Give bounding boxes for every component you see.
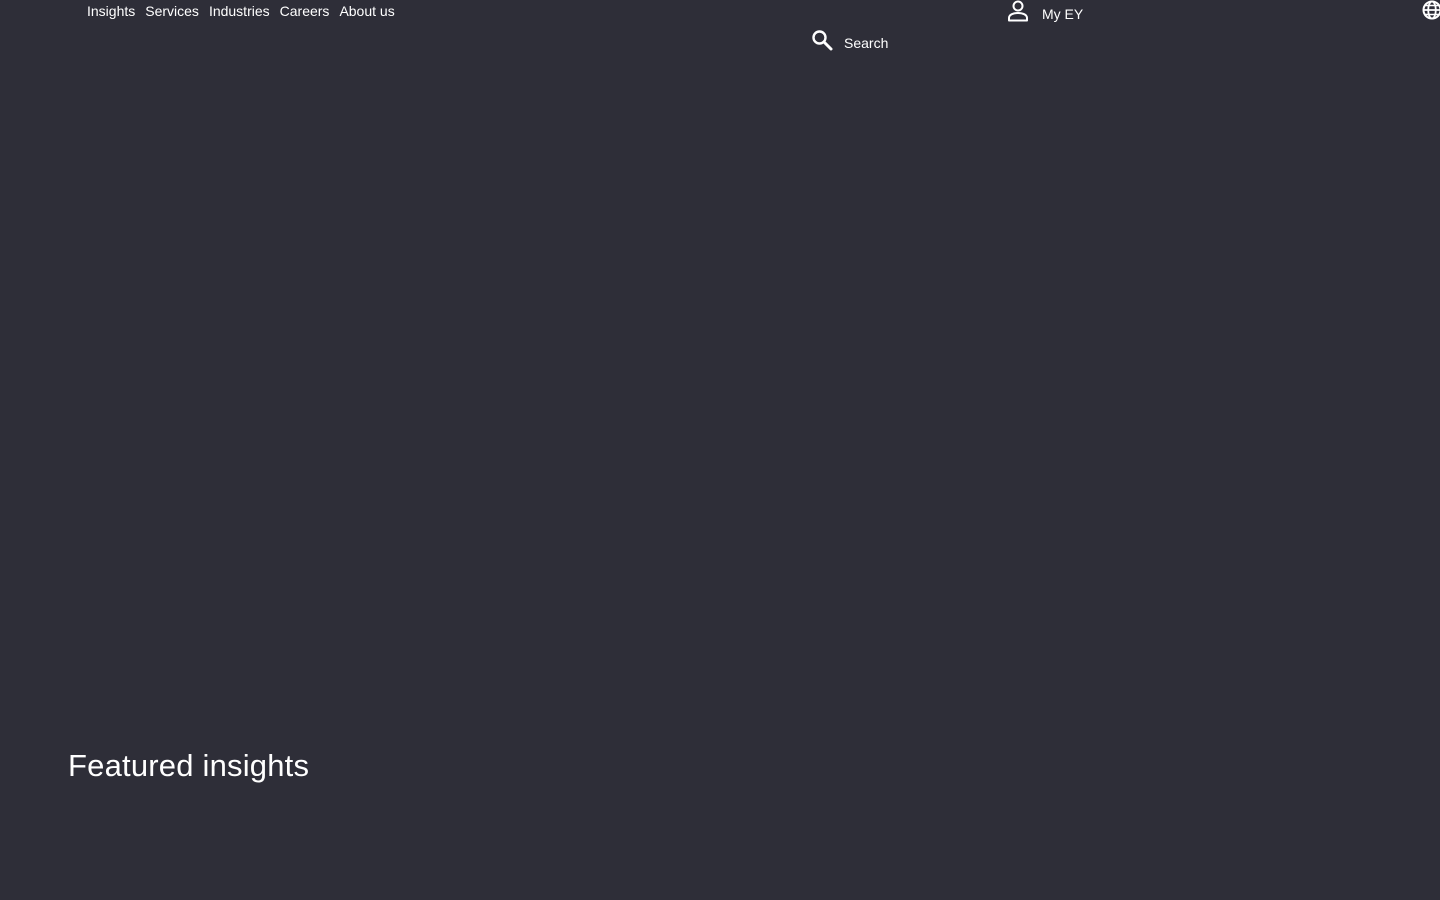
page: Insights Services Industries Careers Abo… — [0, 0, 1440, 900]
my-ey-button[interactable]: My EY — [1006, 0, 1083, 23]
nav-item-services[interactable]: Services — [145, 2, 199, 20]
main-navigation: Insights Services Industries Careers Abo… — [87, 2, 395, 20]
globe-icon — [1421, 0, 1440, 22]
search-button[interactable]: Search — [810, 28, 888, 52]
language-selector[interactable] — [1421, 0, 1440, 22]
nav-item-industries[interactable]: Industries — [209, 2, 270, 20]
nav-item-careers[interactable]: Careers — [280, 2, 330, 20]
search-label: Search — [844, 35, 889, 51]
featured-insights-heading: Featured insights — [68, 748, 310, 783]
search-icon — [810, 28, 834, 52]
nav-item-insights[interactable]: Insights — [87, 2, 135, 20]
user-icon — [1006, 0, 1030, 22]
nav-item-about-us[interactable]: About us — [339, 2, 394, 20]
my-ey-label: My EY — [1042, 6, 1084, 22]
